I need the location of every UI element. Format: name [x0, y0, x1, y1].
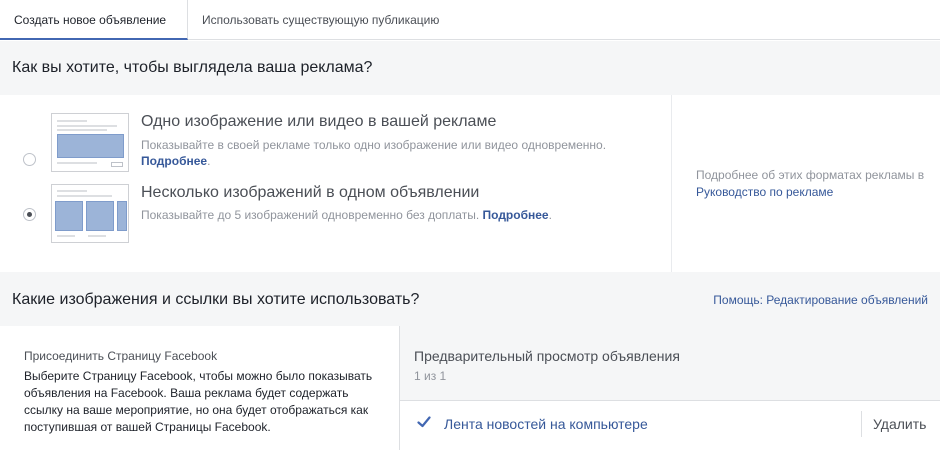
- placement-divider: [861, 411, 862, 437]
- facebook-page-title: Присоединить Страницу Facebook: [24, 349, 218, 363]
- carousel-format-more-link[interactable]: Подробнее: [483, 208, 549, 222]
- media-section-title: Какие изображения и ссылки вы хотите исп…: [12, 291, 420, 308]
- tab-use-existing-post[interactable]: Использовать существующую публикацию: [188, 0, 453, 40]
- format-options: Одно изображение или видео в вашей рекла…: [0, 95, 672, 272]
- format-section-title: Как вы хотите, чтобы выглядела ваша рекл…: [12, 59, 373, 76]
- single-format-description: Показывайте в своей рекламе только одно …: [141, 138, 607, 168]
- placement-label[interactable]: Лента новостей на компьютере: [444, 416, 648, 432]
- ad-creation-tabs: Создать новое объявление Использовать су…: [0, 0, 940, 40]
- single-format-radio[interactable]: [23, 153, 36, 166]
- checkmark-icon: [417, 416, 431, 428]
- facebook-page-description: Выберите Страницу Facebook, чтобы можно …: [24, 369, 373, 434]
- format-option-carousel[interactable]: Несколько изображений в одном объявлении…: [0, 183, 672, 259]
- ad-preview-count: 1 из 1: [414, 369, 447, 383]
- single-format-title: Одно изображение или видео в вашей рекла…: [141, 113, 497, 130]
- single-format-more-link[interactable]: Подробнее: [141, 154, 207, 168]
- facebook-page-panel: Присоединить Страницу Facebook Выберите …: [0, 326, 400, 450]
- format-info-text: Подробнее об этих форматах рекламы в Рук…: [696, 168, 925, 199]
- format-option-single[interactable]: Одно изображение или видео в вашей рекла…: [0, 110, 672, 186]
- edit-ads-help-link[interactable]: Помощь: Редактирование объявлений: [713, 293, 928, 307]
- ad-guide-link[interactable]: Руководство по рекламе: [696, 185, 833, 199]
- ad-preview-title: Предварительный просмотр объявления: [414, 348, 680, 364]
- carousel-format-radio[interactable]: [23, 208, 36, 221]
- format-section-header: Как вы хотите, чтобы выглядела ваша рекл…: [0, 41, 940, 95]
- carousel-format-title: Несколько изображений в одном объявлении: [141, 184, 480, 201]
- media-section-header: Какие изображения и ссылки вы хотите исп…: [0, 272, 940, 326]
- single-image-format-icon: [51, 113, 129, 172]
- remove-placement-button[interactable]: Удалить: [873, 416, 926, 432]
- carousel-format-icon: [51, 184, 129, 243]
- tab-create-new-ad[interactable]: Создать новое объявление: [0, 0, 188, 40]
- placement-row: Лента новостей на компьютере Удалить: [400, 400, 940, 450]
- carousel-format-description: Показывайте до 5 изображений одновременн…: [141, 208, 552, 222]
- ad-preview-panel: Предварительный просмотр объявления 1 из…: [400, 326, 940, 450]
- format-section: Одно изображение или видео в вашей рекла…: [0, 95, 940, 272]
